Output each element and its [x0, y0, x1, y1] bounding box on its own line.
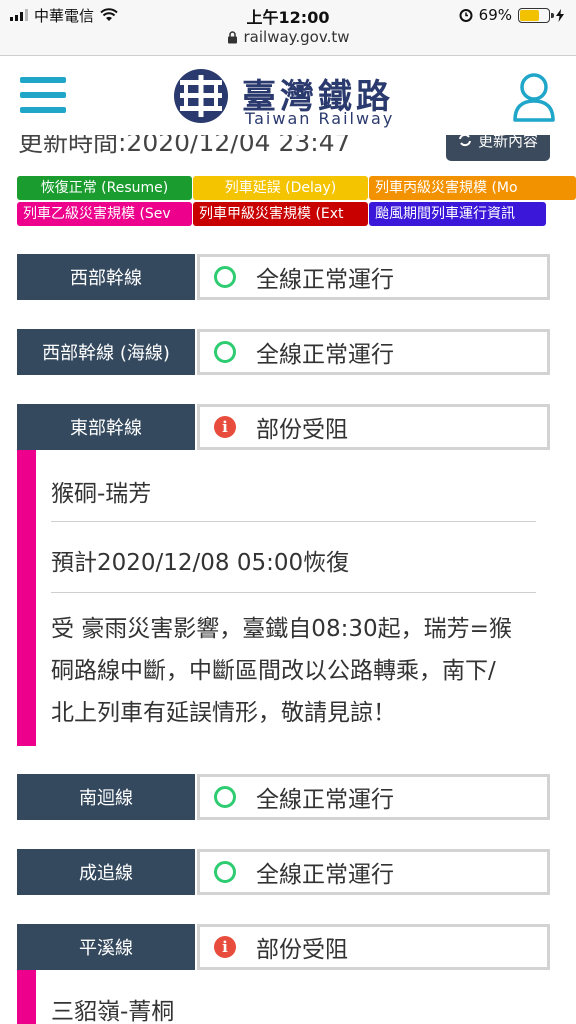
line-row-pingxi[interactable]: 平溪線 i 部份受阻: [17, 924, 550, 970]
normal-status-icon: [214, 341, 236, 363]
line-row-west[interactable]: 西部幹線 全線正常運行: [17, 254, 550, 300]
line-status: 全線正常運行: [197, 254, 550, 300]
legend-typhoon: 颱風期間列車運行資訊: [369, 202, 546, 226]
normal-status-icon: [214, 266, 236, 288]
line-name: 西部幹線 (海線): [17, 329, 195, 375]
taiwan-railway-logo[interactable]: 臺灣鐵路 Taiwan Railway: [172, 67, 412, 128]
disruption-description: 受 豪雨災害影響，臺鐵自08:30起，瑞芳=猴 硐路線中斷，中斷區間改以公路轉乘…: [51, 608, 546, 734]
affected-section: 三貂嶺-菁桐: [51, 999, 175, 1024]
line-row-east[interactable]: 東部幹線 i 部份受阻: [17, 404, 550, 450]
normal-status-icon: [214, 786, 236, 808]
severity-bar: [17, 450, 36, 746]
charging-bolt-icon: [556, 8, 564, 22]
line-row-chengzhui[interactable]: 成追線 全線正常運行: [17, 849, 550, 895]
disruption-detail-pingxi: 三貂嶺-菁桐: [17, 970, 550, 1024]
user-icon[interactable]: [512, 71, 556, 123]
affected-section: 猴硐-瑞芳: [51, 481, 152, 507]
legend-delay: 列車延誤 (Delay): [193, 176, 368, 200]
line-status-text: 部份受阻: [256, 937, 348, 963]
status-bar: 中華電信 上午12:00 69% railway.gov.tw: [0, 0, 576, 56]
line-status-text: 全線正常運行: [256, 342, 394, 368]
railway-emblem-icon: [174, 69, 228, 123]
estimated-recovery: 預計2020/12/08 05:00恢復: [51, 550, 350, 576]
logo-english-text: Taiwan Railway: [245, 109, 395, 128]
status-legend: 恢復正常 (Resume) 列車延誤 (Delay) 列車丙級災害規模 (Mo …: [0, 174, 576, 228]
line-name: 成追線: [17, 849, 195, 895]
update-time: 更新時間:2020/12/04 23:47: [18, 135, 351, 157]
line-status: 全線正常運行: [197, 849, 550, 895]
line-status: 全線正常運行: [197, 329, 550, 375]
line-row-south-link[interactable]: 南迴線 全線正常運行: [17, 774, 550, 820]
refresh-icon: [459, 135, 471, 147]
legend-level-b: 列車乙級災害規模 (Sev: [17, 202, 192, 226]
battery-percent: 69%: [478, 6, 512, 24]
divider: [51, 521, 536, 522]
refresh-label: 更新內容: [477, 135, 538, 150]
refresh-button[interactable]: 更新內容: [445, 135, 550, 161]
line-status-text: 全線正常運行: [256, 787, 394, 813]
line-name: 南迴線: [17, 774, 195, 820]
status-right: 69%: [459, 4, 564, 26]
line-status: i 部份受阻: [197, 924, 550, 970]
severity-bar: [17, 970, 36, 1024]
line-status-text: 部份受阻: [256, 417, 348, 443]
alarm-icon: [459, 9, 473, 22]
hamburger-menu-icon[interactable]: [20, 77, 66, 113]
line-name: 西部幹線: [17, 254, 195, 300]
description-line: 受 豪雨災害影響，臺鐵自08:30起，瑞芳=猴: [51, 616, 512, 642]
legend-level-c: 列車丙級災害規模 (Mo: [369, 176, 576, 200]
line-status-text: 全線正常運行: [256, 862, 394, 888]
disruption-detail-east: 猴硐-瑞芳 預計2020/12/08 05:00恢復 受 豪雨災害影響，臺鐵自0…: [17, 450, 550, 746]
normal-status-icon: [214, 861, 236, 883]
line-name: 東部幹線: [17, 404, 195, 450]
description-line: 北上列車有延誤情形，敬請見諒！: [51, 700, 396, 726]
url-text: railway.gov.tw: [243, 28, 350, 46]
description-line: 硐路線中斷，中斷區間改以公路轉乘，南下/: [51, 658, 496, 684]
line-status: 全線正常運行: [197, 774, 550, 820]
line-status: i 部份受阻: [197, 404, 550, 450]
info-alert-icon: i: [214, 936, 236, 958]
line-status-text: 全線正常運行: [256, 267, 394, 293]
legend-level-a: 列車甲級災害規模 (Ext: [193, 202, 368, 226]
line-row-west-coast[interactable]: 西部幹線 (海線) 全線正常運行: [17, 329, 550, 375]
divider: [51, 592, 536, 593]
lock-icon: [227, 30, 237, 43]
update-row: 更新時間:2020/12/04 23:47 更新內容: [0, 135, 576, 165]
line-name: 平溪線: [17, 924, 195, 970]
battery-icon: [518, 7, 554, 23]
address-bar[interactable]: railway.gov.tw: [0, 28, 576, 46]
legend-resume: 恢復正常 (Resume): [17, 176, 192, 200]
info-alert-icon: i: [214, 416, 236, 438]
site-header: 臺灣鐵路 Taiwan Railway: [0, 57, 576, 135]
